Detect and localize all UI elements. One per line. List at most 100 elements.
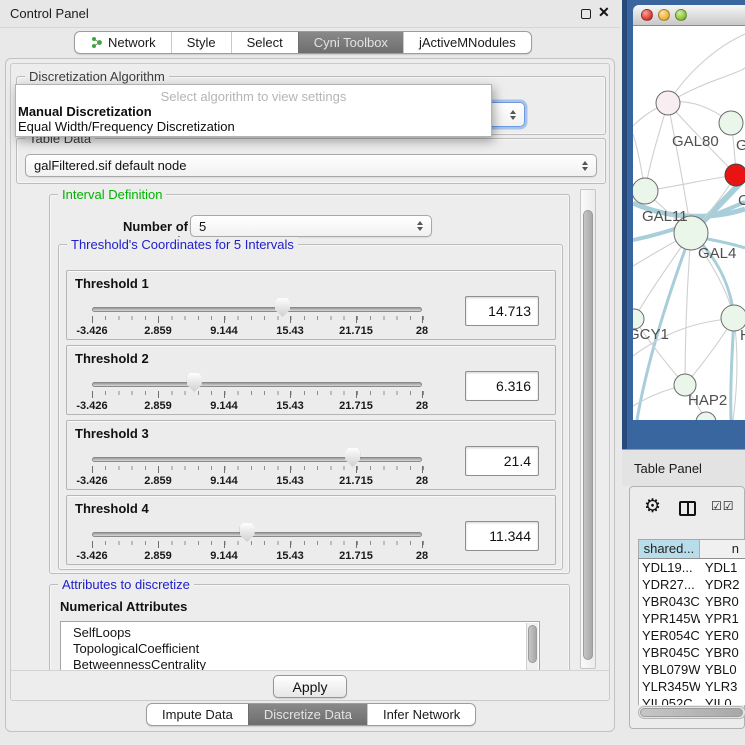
slider-major-tick [158,466,159,473]
threshold-2-value-field[interactable]: 6.316 [465,371,539,401]
table-row[interactable]: YPR145WYPR1 [639,610,745,627]
tab-cyni-toolbox[interactable]: Cyni Toolbox [298,32,403,53]
column-header-name[interactable]: n [700,540,745,558]
threshold-1-value-field[interactable]: 14.713 [465,296,539,326]
discretization-algorithm-title: Discretization Algorithm [25,69,169,84]
minimize-traffic-light-icon[interactable] [658,9,670,21]
network-window: GAL80 GAL11 GAL4 GCY1 HAP2 G C H [633,5,745,420]
network-tab-icon [90,36,103,49]
list-scrollbar-thumb[interactable] [528,625,537,663]
zoom-traffic-light-icon[interactable] [675,9,687,21]
tab-discretize-data[interactable]: Discretize Data [248,704,367,725]
tab-select[interactable]: Select [231,32,298,53]
cell-shared-name: YLR345W [639,678,700,695]
dropdown-placeholder-item[interactable]: Select algorithm to view settings [16,85,491,104]
slider-major-tick [224,316,225,323]
table-row[interactable]: YLR345WYLR3 [639,678,745,695]
table-row[interactable]: YDL19...YDL1 [639,559,745,576]
list-scrollbar[interactable] [526,623,538,670]
slider-tick-label: 21.715 [339,325,373,337]
network-node[interactable] [656,91,680,115]
table-row[interactable]: YBR045CYBR0 [639,644,745,661]
slider-major-tick [158,541,159,548]
settings-scrollbar[interactable] [580,189,596,669]
algorithm-dropdown-popup: Select algorithm to view settings Manual… [15,84,492,137]
slider-tick-label: 15.43 [276,400,304,412]
network-node[interactable] [719,111,743,135]
threshold-3-label: Threshold 3 [75,426,149,441]
tab-network[interactable]: Network [75,32,171,53]
tab-label: Style [187,35,216,50]
cell-name: YIL0 [700,695,745,705]
gear-icon[interactable]: ⚙ [644,495,661,518]
threshold-1-label: Threshold 1 [75,276,149,291]
threshold-1-slider-track[interactable] [92,307,422,312]
tab-jactivemnodules[interactable]: jActiveMNodules [403,32,531,53]
node-label-hap2: HAP2 [688,392,727,409]
threshold-2-slider-thumb[interactable] [187,373,202,392]
attribute-item-topologicalcoefficient[interactable]: TopologicalCoefficient [61,641,539,657]
tab-label: Select [247,35,283,50]
network-node[interactable] [696,412,716,420]
threshold-4-value-field[interactable]: 11.344 [465,521,539,551]
slider-tick-label: 2.859 [144,325,172,337]
threshold-4-slider-thumb[interactable] [240,523,255,542]
cell-shared-name: YER054C [639,627,700,644]
tab-label: jActiveMNodules [419,35,516,50]
table-hscrollbar[interactable] [638,706,745,719]
close-icon[interactable]: ✕ [598,4,610,21]
node-label-clipped-c: C [738,192,745,209]
table-hscrollbar-thumb[interactable] [640,708,743,717]
cell-shared-name: YDR27... [639,576,700,593]
control-panel-titlebar: Control Panel ✕ [0,0,620,28]
threshold-3-slider-track[interactable] [92,457,422,462]
split-columns-icon[interactable] [679,501,696,516]
cell-shared-name: YBL079W [639,661,700,678]
network-canvas[interactable]: GAL80 GAL11 GAL4 GCY1 HAP2 G C H [633,26,745,420]
float-icon[interactable] [581,9,591,19]
threshold-2-panel: Threshold 2-3.4262.8599.14415.4321.71528… [66,345,556,415]
node-label-gcy1: GCY1 [633,326,669,343]
dropdown-item-equal-width-frequency-discretization[interactable]: Equal Width/Frequency Discretization [16,119,491,134]
node-label-gal11: GAL11 [642,208,688,225]
combo-arrows-icon [582,161,588,171]
attribute-item-betweennesscentrality[interactable]: BetweennessCentrality [61,657,539,670]
tab-style[interactable]: Style [171,32,231,53]
network-node[interactable] [633,178,658,204]
attribute-item-selfloops[interactable]: SelfLoops [61,625,539,641]
thresholds-group-title: Threshold's Coordinates for 5 Intervals [67,237,298,252]
node-label-gal80: GAL80 [672,133,719,150]
close-traffic-light-icon[interactable] [641,9,653,21]
column-header-shared-name[interactable]: shared... [639,540,700,558]
table-row[interactable]: YBL079WYBL0 [639,661,745,678]
apply-button[interactable]: Apply [273,675,347,698]
tab-label: Cyni Toolbox [314,35,388,50]
network-node-selected-red[interactable] [725,164,745,186]
table-row[interactable]: YER054CYER0 [639,627,745,644]
table-data-combobox[interactable]: galFiltered.sif default node [25,154,597,177]
numerical-attributes-list[interactable]: SelfLoopsTopologicalCoefficientBetweenne… [60,621,540,670]
slider-tick-label: 15.43 [276,325,304,337]
threshold-4-panel: Threshold 4-3.4262.8599.14415.4321.71528… [66,495,556,565]
number-of-intervals-combobox[interactable]: 5 [190,215,432,237]
checkbox-checked-icon[interactable]: ☑ [723,499,735,513]
slider-tick-label: 2.859 [144,400,172,412]
tab-infer-network[interactable]: Infer Network [367,704,475,725]
select-columns-icons[interactable]: ☑☑ [711,499,735,513]
checkbox-checked-icon[interactable]: ☑ [711,499,723,513]
threshold-4-slider-track[interactable] [92,532,422,537]
cell-name: YBL0 [700,661,745,678]
threshold-2-slider-track[interactable] [92,382,422,387]
threshold-1-slider-thumb[interactable] [275,298,290,317]
tab-impute-data[interactable]: Impute Data [147,704,248,725]
settings-scrollbar-thumb[interactable] [583,210,593,660]
table-row[interactable]: YIL052CYIL0 [639,695,745,705]
slider-major-tick [224,391,225,398]
threshold-3-slider-thumb[interactable] [345,448,360,467]
table-row[interactable]: YDR27...YDR2 [639,576,745,593]
slider-tick-label: -3.426 [76,475,107,487]
slider-tick-label: 9.144 [210,475,238,487]
dropdown-item-manual-discretization[interactable]: Manual Discretization [16,104,491,119]
threshold-3-value-field[interactable]: 21.4 [465,446,539,476]
table-row[interactable]: YBR043CYBR0 [639,593,745,610]
